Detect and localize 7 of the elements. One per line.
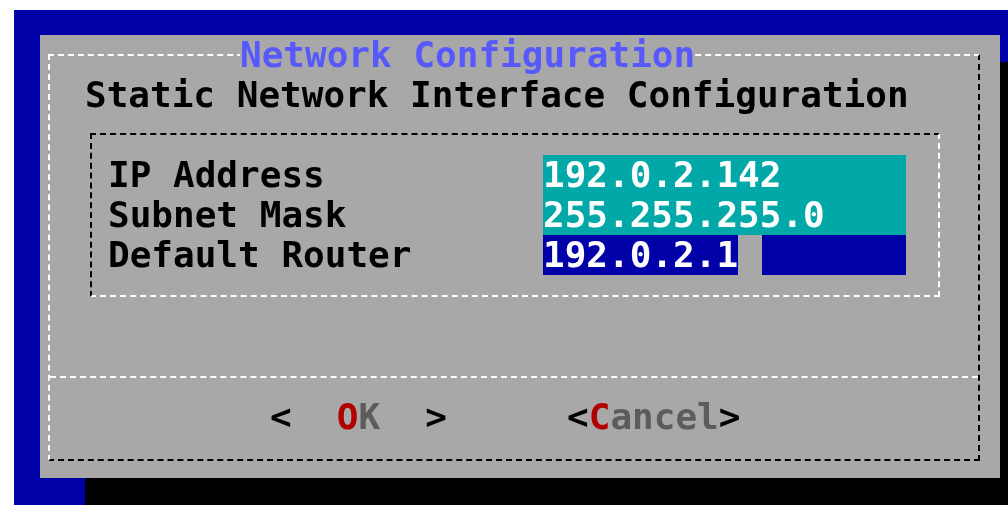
field-label: Default Router [108, 235, 413, 275]
dialog-title: Network Configuration [240, 35, 696, 75]
field-label: IP Address [108, 155, 326, 195]
field-label: Subnet Mask [108, 195, 348, 235]
ok-button[interactable]: < OK > [270, 397, 447, 437]
dialog-subtitle: Static Network Interface Configuration [84, 75, 910, 115]
cancel-button[interactable]: <Cancel> [567, 397, 744, 437]
